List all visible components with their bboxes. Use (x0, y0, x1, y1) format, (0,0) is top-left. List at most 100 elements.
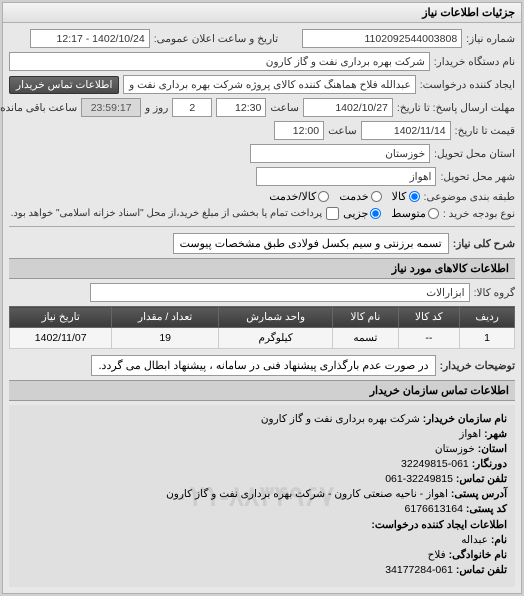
remaining-label: ساعت باقی مانده (0, 102, 77, 114)
contact-prov-label: استان: (478, 443, 507, 455)
contact-city: شهر: اهواز (17, 428, 507, 440)
contact-city-value: اهواز (459, 428, 481, 440)
delivery-prov-label: استان محل تحویل: (434, 148, 515, 160)
contact-cphone-label: تلفن تماس: (456, 564, 507, 576)
buy-opt-minor[interactable]: جزیی (343, 207, 381, 220)
class-opt3-label: کالا/خدمت (269, 190, 316, 203)
pub-date-input[interactable] (30, 29, 150, 48)
cell-name: تسمه (333, 328, 398, 349)
class-opt-kala[interactable]: کالا (392, 190, 420, 203)
th-unit: واحد شمارش (218, 307, 332, 328)
class-radio-both[interactable] (318, 191, 329, 202)
th-name: نام کالا (333, 307, 398, 328)
goods-table: ردیف کد کالا نام کالا واحد شمارش تعداد /… (9, 306, 515, 349)
class-radio-group: کالا خدمت کالا/خدمت (269, 190, 419, 203)
days-unit-label: روز و (145, 102, 168, 114)
resp-time-input[interactable] (216, 98, 266, 117)
buy-note: پرداخت تمام یا بخشی از مبلغ خرید،از محل … (11, 208, 323, 219)
treasury-checkbox[interactable] (326, 207, 339, 220)
days-input[interactable] (172, 98, 212, 117)
resp-deadline-label: مهلت ارسال پاسخ: تا تاریخ: (397, 102, 515, 114)
row-group: گروه کالا: (9, 283, 515, 302)
details-panel: جزئیات اطلاعات نیاز شماره نیاز: تاریخ و … (2, 2, 522, 594)
contact-name-label: نام: (491, 534, 507, 546)
price-date-input[interactable] (361, 121, 451, 140)
row-delivery-prov: استان محل تحویل: (9, 144, 515, 163)
creator-label: ایجاد کننده درخواست: (420, 79, 515, 91)
time-label-1: ساعت (270, 102, 299, 114)
row-description: شرح کلی نیاز: تسمه برزنتی و سیم بکسل فول… (9, 233, 515, 254)
contact-org-value: شرکت بهره برداری نفت و گاز کارون (261, 413, 420, 425)
contact-info-button[interactable]: اطلاعات تماس خریدار (9, 76, 119, 94)
contact-lname: نام خانوادگی: فلاح (17, 549, 507, 561)
cell-date: 1402/11/07 (10, 328, 112, 349)
buy-radio-group: متوسط جزیی (343, 207, 439, 220)
contact-city-label: شهر: (484, 428, 507, 440)
buyer-org-label: نام دستگاه خریدار: (434, 56, 515, 68)
contact-prov: استان: خوزستان (17, 443, 507, 455)
buy-type-label: نوع بودجه خرید : (443, 208, 515, 220)
contact-org-label: نام سازمان خریدار: (423, 413, 507, 425)
row-buyer-org: نام دستگاه خریدار: (9, 52, 515, 71)
cell-idx: 1 (460, 328, 515, 349)
time-label-2: ساعت (328, 125, 357, 137)
contact-phone-label: دورنگار: (472, 458, 507, 470)
row-delivery-city: شهر محل تحویل: (9, 167, 515, 186)
contact-lname-label: نام خانوادگی: (449, 549, 507, 561)
th-code: کد کالا (398, 307, 460, 328)
delivery-city-label: شهر محل تحویل: (440, 171, 515, 183)
contact-addr-value: اهواز - ناحیه صنعتی کارون - شرکت بهره بر… (166, 488, 448, 500)
remaining-time-input (81, 98, 141, 117)
buy-radio-med[interactable] (428, 208, 439, 219)
contact-fax-value: 32249815-061 (385, 473, 453, 485)
row-creator: ایجاد کننده درخواست: اطلاعات تماس خریدار (9, 75, 515, 94)
row-explain: توضیحات خریدار: در صورت عدم بارگذاری پیش… (9, 355, 515, 376)
row-price-date: قیمت تا تاریخ: ساعت (9, 121, 515, 140)
contact-fax-label: تلفن تماس: (456, 473, 507, 485)
req-no-input[interactable] (302, 29, 462, 48)
class-radio-service[interactable] (371, 191, 382, 202)
contact-post: کد پستی: 6176613164 (17, 503, 507, 515)
class-radio-kala[interactable] (409, 191, 420, 202)
price-time-input[interactable] (274, 121, 324, 140)
group-label: گروه کالا: (474, 287, 515, 299)
class-label: طبقه بندی موضوعی: (424, 191, 515, 203)
th-date: تاریخ نیاز (10, 307, 112, 328)
buy-opt1-label: متوسط (391, 207, 426, 220)
contact-org: نام سازمان خریدار: شرکت بهره برداری نفت … (17, 413, 507, 425)
explain-label: توضیحات خریدار: (440, 360, 515, 372)
contact-prov-value: خوزستان (435, 443, 475, 455)
table-row[interactable]: 1 -- تسمه کیلوگرم 19 1402/11/07 (10, 328, 515, 349)
group-input[interactable] (90, 283, 470, 302)
row-req-no: شماره نیاز: تاریخ و ساعت اعلان عمومی: (9, 29, 515, 48)
contact-section-title: اطلاعات تماس سازمان خریدار (9, 380, 515, 401)
contact-addr: آدرس پستی: اهواز - ناحیه صنعتی کارون - ش… (17, 488, 507, 500)
contact-name-value: عبداله (461, 534, 488, 546)
desc-label: شرح کلی نیاز: (453, 238, 515, 250)
contact-cphone: تلفن تماس: 061-34177284 (17, 564, 507, 576)
class-opt-service[interactable]: خدمت (339, 190, 381, 203)
creator-input[interactable] (123, 75, 415, 94)
row-resp-deadline: مهلت ارسال پاسخ: تا تاریخ: ساعت روز و سا… (9, 98, 515, 117)
row-buy-type: نوع بودجه خرید : متوسط جزیی پرداخت تمام … (9, 207, 515, 220)
panel-body: شماره نیاز: تاریخ و ساعت اعلان عمومی: نا… (3, 23, 521, 593)
divider (9, 226, 515, 227)
buy-radio-minor[interactable] (370, 208, 381, 219)
goods-section-title: اطلاعات کالاهای مورد نیاز (9, 258, 515, 279)
class-opt1-label: کالا (392, 190, 407, 203)
resp-date-input[interactable] (303, 98, 393, 117)
buyer-org-input[interactable] (9, 52, 430, 71)
buy-opt-med[interactable]: متوسط (391, 207, 439, 220)
class-opt2-label: خدمت (339, 190, 368, 203)
class-opt-both[interactable]: کالا/خدمت (269, 190, 329, 203)
th-idx: ردیف (460, 307, 515, 328)
contact-post-label: کد پستی: (466, 503, 507, 515)
delivery-prov-input[interactable] (250, 144, 430, 163)
contact-fax: تلفن تماس: 32249815-061 (17, 473, 507, 485)
contact-phone-value: 061-32249815 (401, 458, 469, 470)
buy-opt2-label: جزیی (343, 207, 368, 220)
delivery-city-input[interactable] (256, 167, 436, 186)
req-no-label: شماره نیاز: (466, 33, 515, 45)
th-qty: تعداد / مقدار (112, 307, 219, 328)
row-classification: طبقه بندی موضوعی: کالا خدمت کالا/خدمت (9, 190, 515, 203)
